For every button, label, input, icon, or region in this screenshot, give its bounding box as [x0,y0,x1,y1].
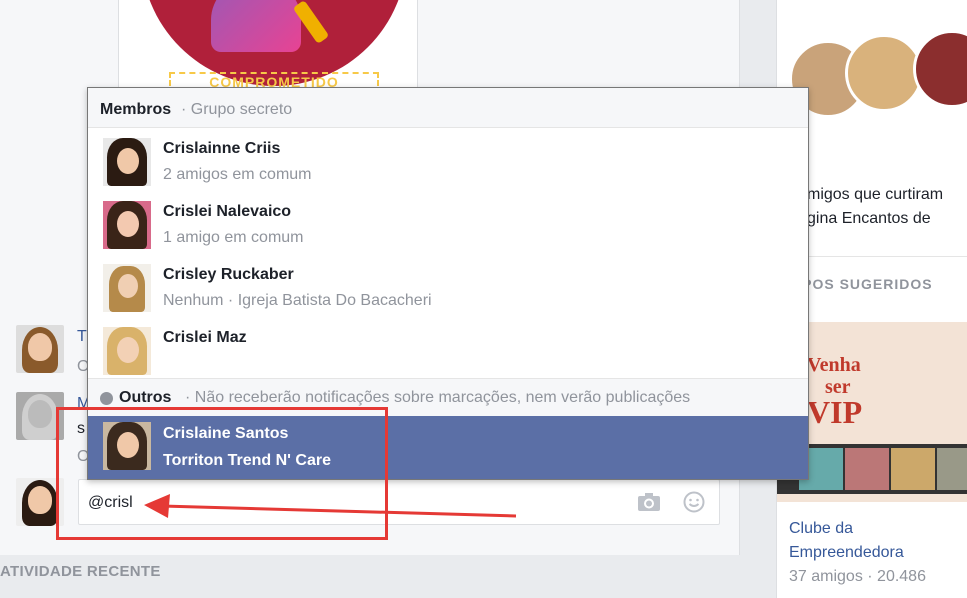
group-name-link[interactable]: Clube da [789,520,853,538]
group-meta: 37 amigos · 20.486 [789,568,926,585]
group-name-link[interactable]: Empreendedora [789,544,904,562]
friend-photo[interactable] [913,30,967,108]
others-subtitle: · Não receberão notificações sobre marca… [185,389,691,406]
member-name: Crisley Ruckaber [163,266,294,283]
mention-option[interactable]: Crislainne Criis 2 amigos em comum [88,128,808,191]
post-image[interactable]: COMPROMETIDO [118,0,418,90]
member-meta: 1 amigo em comum [163,229,304,246]
camera-icon[interactable] [637,492,661,512]
member-avatar [103,138,151,186]
member-name: Crislei Maz [163,329,247,346]
vip-cover-text: Venha ser [807,354,861,398]
others-title: Outros [119,389,172,406]
member-meta: Nenhum · Igreja Batista Do Bacacheri [163,292,432,309]
member-name: Crislei Nalevaico [163,203,292,220]
mention-option[interactable]: Crislei Nalevaico 1 amigo em comum [88,191,808,254]
annotation-arrow [144,494,517,518]
member-meta: 2 amigos em comum [163,166,312,183]
friends-like-text[interactable]: gina Encantos de [807,210,931,228]
mention-option[interactable]: Crisley Ruckaber Nenhum · Igreja Batista… [88,254,808,317]
suggested-groups-header: UPOS SUGERIDOS [791,276,933,292]
emoji-icon[interactable] [683,491,705,513]
friends-like-text: migos que curtiram [807,186,944,203]
member-avatar [103,201,151,249]
members-section-header: Membros · Grupo secreto [88,88,808,128]
vip-cover-big: VIP [807,394,863,430]
members-title: Membros [100,101,172,118]
mention-option[interactable]: Crislei Maz [88,317,808,380]
info-icon [100,392,113,405]
heart-graphic [211,0,301,52]
members-subtitle: · Grupo secreto [181,101,293,118]
recent-activity-label: ATIVIDADE RECENTE [0,563,161,580]
member-name: Crislainne Criis [163,140,281,157]
friend-photo[interactable] [845,34,923,112]
member-avatar [103,264,151,312]
comment-author-peek[interactable]: T [77,328,87,346]
member-avatar [103,327,151,375]
commenter-avatar[interactable] [16,325,64,373]
